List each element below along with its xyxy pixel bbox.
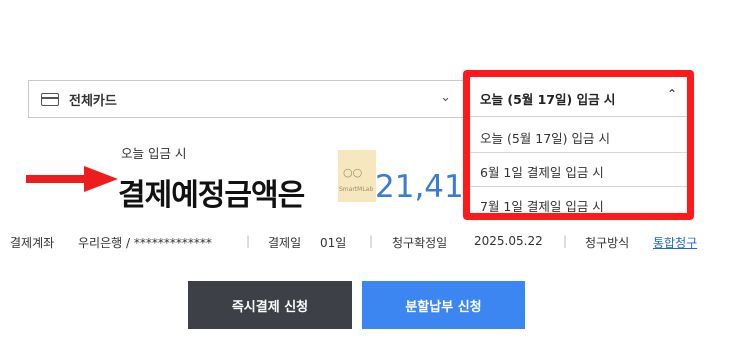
dropdown-option-label: 6월 1일 결제일 입금 시 bbox=[480, 165, 604, 180]
dropdown-option-label: 오늘 (5월 17일) 입금 시 bbox=[480, 131, 611, 146]
payment-amount-value: 21,411 bbox=[375, 169, 463, 205]
divider: | bbox=[369, 234, 374, 248]
glasses-icon: ○○ bbox=[343, 166, 363, 179]
billing-date-label: 청구확정일 bbox=[392, 236, 448, 250]
installment-button[interactable]: 분할납부 신청 bbox=[362, 281, 525, 329]
account-label: 결제계좌 bbox=[10, 236, 55, 250]
card-select[interactable]: 전체카드 ⌄ bbox=[28, 80, 464, 118]
payday-value: 01일 bbox=[320, 236, 347, 250]
billing-date-value: 2025.05.22 bbox=[474, 234, 543, 248]
watermark-text: SmartMLab bbox=[339, 186, 374, 193]
dropdown-selected-label: 오늘 (5월 17일) 입금 시 bbox=[480, 92, 616, 107]
dropdown-option-today[interactable]: 오늘 (5월 17일) 입금 시 bbox=[470, 119, 687, 153]
chevron-down-icon: ⌄ bbox=[440, 90, 451, 105]
payday-label: 결제일 bbox=[268, 236, 302, 250]
dropdown-option-june[interactable]: 6월 1일 결제일 입금 시 bbox=[470, 153, 687, 187]
payment-timing-label: 오늘 입금 시 bbox=[121, 146, 187, 161]
dropdown-header[interactable]: 오늘 (5월 17일) 입금 시 ⌃ bbox=[470, 77, 687, 117]
payment-date-dropdown[interactable]: 오늘 (5월 17일) 입금 시 ⌃ 오늘 (5월 17일) 입금 시 6월 1… bbox=[463, 70, 694, 220]
billing-method-link[interactable]: 통합청구 bbox=[653, 234, 697, 251]
payment-amount-title: 결제예정금액은 bbox=[118, 178, 305, 213]
dropdown-option-july[interactable]: 7월 1일 결제일 입금 시 bbox=[470, 187, 687, 221]
instant-pay-button[interactable]: 즉시결제 신청 bbox=[188, 281, 352, 329]
divider: | bbox=[563, 234, 568, 248]
payment-info-row: 결제계좌 우리은행 / ************* | 결제일 01일 | 청구… bbox=[0, 232, 730, 252]
divider: | bbox=[246, 234, 251, 248]
credit-card-icon bbox=[41, 93, 59, 106]
watermark-logo: ○○ SmartMLab bbox=[338, 150, 376, 202]
account-value: 우리은행 / ************* bbox=[78, 236, 212, 250]
red-arrow-icon bbox=[26, 166, 118, 192]
chevron-up-icon: ⌃ bbox=[666, 87, 677, 101]
billing-method-label: 청구방식 bbox=[585, 236, 630, 250]
dropdown-option-label: 7월 1일 결제일 입금 시 bbox=[480, 199, 604, 214]
card-select-label: 전체카드 bbox=[69, 94, 117, 109]
